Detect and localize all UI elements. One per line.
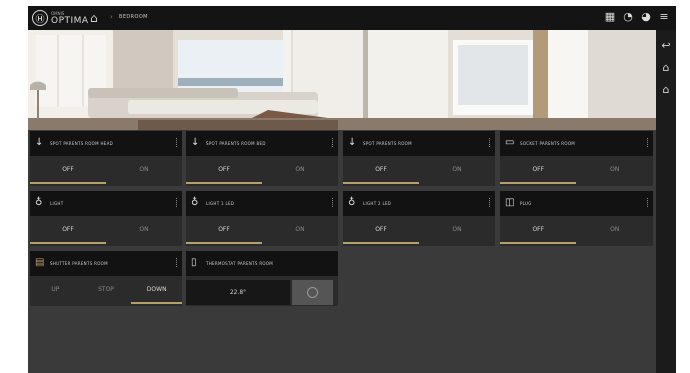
- device-label: SPOT PARENTS ROOM HEAD: [50, 141, 114, 146]
- device-card-spot-head: ↓ SPOT PARENTS ROOM HEAD OFF ON: [30, 131, 182, 186]
- device-card-spot-bed: ↓ SPOT PARENTS ROOM BED OFF ON: [186, 131, 338, 186]
- state-indicator: [30, 182, 106, 184]
- bulb-icon: ♁: [191, 197, 199, 208]
- breadcrumb[interactable]: BEDROOM: [119, 14, 148, 20]
- state-indicator: [500, 242, 576, 244]
- card-menu-icon[interactable]: [176, 258, 179, 267]
- device-label: SOCKET PARENTS ROOM: [520, 141, 576, 146]
- settings-knob-icon: [307, 287, 318, 298]
- off-button[interactable]: OFF: [343, 218, 419, 240]
- state-indicator: [343, 242, 419, 244]
- on-button[interactable]: ON: [262, 158, 338, 180]
- spotlight-icon: ↓: [191, 137, 200, 148]
- on-button[interactable]: ON: [106, 218, 182, 240]
- device-card-plug: ◫ PLUG OFF ON: [500, 191, 653, 246]
- spotlight-icon: ↓: [348, 137, 357, 148]
- device-card-light: ♁ LIGHT OFF ON: [30, 191, 182, 246]
- off-button[interactable]: OFF: [30, 158, 106, 180]
- shutter-icon: ▤: [35, 257, 45, 268]
- on-button[interactable]: ON: [419, 158, 495, 180]
- state-indicator: [500, 182, 576, 184]
- thermometer-icon: ▯: [191, 257, 197, 268]
- thermostat-settings-button[interactable]: [292, 280, 333, 305]
- state-indicator: [30, 242, 106, 244]
- logo-name: OPTIMA: [51, 15, 89, 26]
- device-label: LIGHT 2 LED: [363, 201, 392, 206]
- device-card-light-1-led: ♁ LIGHT 1 LED OFF ON: [186, 191, 338, 246]
- off-button[interactable]: OFF: [30, 218, 106, 240]
- card-menu-icon[interactable]: [332, 138, 335, 147]
- device-card-light-2-led: ♁ LIGHT 2 LED OFF ON: [343, 191, 495, 246]
- device-label: LIGHT: [50, 201, 64, 206]
- right-sidebar: ↩ ⌂ ⌂: [656, 30, 676, 373]
- card-menu-icon[interactable]: [489, 198, 492, 207]
- card-menu-icon[interactable]: [647, 198, 650, 207]
- device-card-socket: ▭ SOCKET PARENTS ROOM OFF ON: [500, 131, 653, 186]
- card-menu-icon[interactable]: [489, 138, 492, 147]
- home-icon[interactable]: ⌂: [90, 11, 98, 25]
- off-button[interactable]: OFF: [186, 158, 262, 180]
- bulb-icon: ♁: [348, 197, 356, 208]
- spotlight-icon: ↓: [35, 137, 44, 148]
- device-card-spot: ↓ SPOT PARENTS ROOM OFF ON: [343, 131, 495, 186]
- off-button[interactable]: OFF: [500, 218, 577, 240]
- thermostat-card: ▯ THERMOSTAT PARENTS ROOM 22.8°: [186, 251, 338, 306]
- card-menu-icon[interactable]: [647, 138, 650, 147]
- temperature-value: 22.8°: [186, 280, 290, 305]
- breadcrumb-separator-icon: ›: [110, 13, 113, 21]
- state-indicator: [186, 182, 262, 184]
- on-button[interactable]: ON: [577, 218, 654, 240]
- tv-socket-icon: ▭: [505, 137, 515, 148]
- camera-icon[interactable]: ◔: [622, 11, 634, 23]
- off-button[interactable]: OFF: [343, 158, 419, 180]
- device-label: THERMOSTAT PARENTS ROOM: [206, 261, 274, 266]
- on-button[interactable]: ON: [106, 158, 182, 180]
- app-screen: Ⓗ OMNIS OPTIMA ⌂ › BEDROOM ▦ ◔ ◕ ≡ ↩ ⌂ ⌂…: [28, 6, 676, 373]
- off-button[interactable]: OFF: [500, 158, 577, 180]
- menu-icon[interactable]: ≡: [658, 11, 670, 23]
- home-icon[interactable]: ⌂: [660, 62, 672, 74]
- card-menu-icon[interactable]: [176, 198, 179, 207]
- home-alt-icon[interactable]: ⌂: [660, 84, 672, 96]
- plug-icon: ◫: [505, 197, 515, 208]
- logo[interactable]: Ⓗ OMNIS OPTIMA: [32, 10, 89, 26]
- room-photo: [28, 30, 656, 130]
- logo-mark-icon: Ⓗ: [32, 10, 48, 26]
- off-button[interactable]: OFF: [186, 218, 262, 240]
- on-button[interactable]: ON: [262, 218, 338, 240]
- alarm-icon[interactable]: ◕: [640, 11, 652, 23]
- card-menu-icon[interactable]: [176, 138, 179, 147]
- state-indicator: [131, 302, 182, 304]
- up-button[interactable]: UP: [30, 278, 81, 300]
- stop-button[interactable]: STOP: [81, 278, 132, 300]
- state-indicator: [343, 182, 419, 184]
- device-card-shutter: ▤ SHUTTER PARENTS ROOM UP STOP DOWN: [30, 251, 182, 306]
- device-label: SHUTTER PARENTS ROOM: [50, 261, 108, 266]
- device-label: SPOT PARENTS ROOM BED: [206, 141, 266, 146]
- device-label: SPOT PARENTS ROOM: [363, 141, 412, 146]
- on-button[interactable]: ON: [419, 218, 495, 240]
- card-menu-icon[interactable]: [332, 198, 335, 207]
- state-indicator: [186, 242, 262, 244]
- down-button[interactable]: DOWN: [131, 278, 182, 300]
- device-label: PLUG: [520, 201, 532, 206]
- scene-icon[interactable]: ▦: [604, 11, 616, 23]
- top-bar: Ⓗ OMNIS OPTIMA ⌂ › BEDROOM ▦ ◔ ◕ ≡: [28, 6, 676, 30]
- device-label: LIGHT 1 LED: [206, 201, 235, 206]
- bulb-icon: ♁: [35, 197, 43, 208]
- on-button[interactable]: ON: [577, 158, 654, 180]
- back-icon[interactable]: ↩: [660, 40, 672, 52]
